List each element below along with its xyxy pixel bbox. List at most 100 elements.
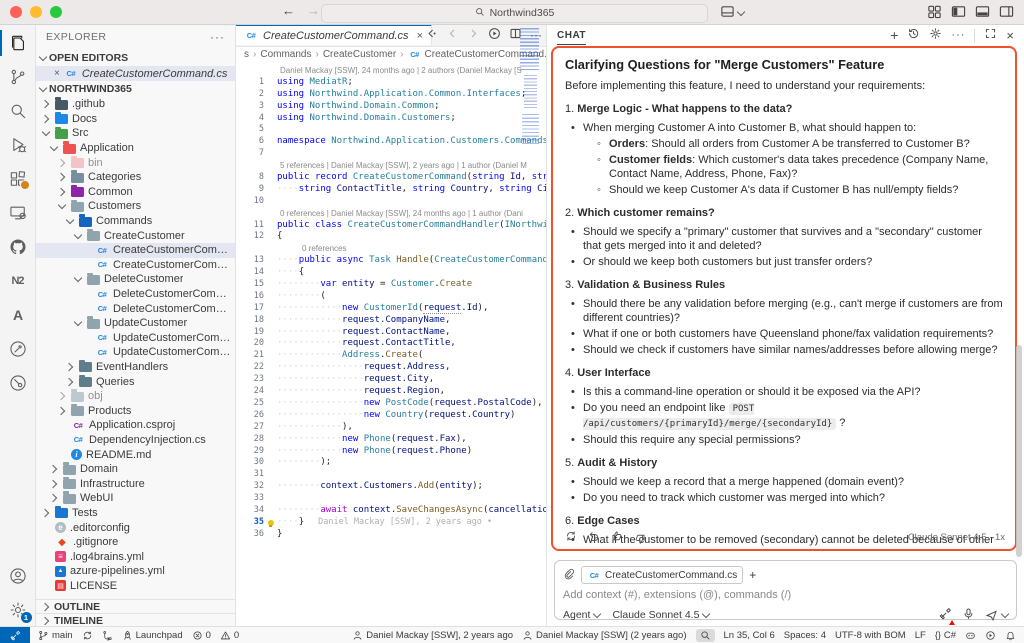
remote-explorer-icon[interactable] xyxy=(0,196,36,230)
add-context-icon[interactable]: + xyxy=(749,568,756,582)
tree-item-tests[interactable]: Tests xyxy=(36,506,235,521)
chat-history-icon[interactable] xyxy=(907,27,920,43)
tree-item-updatecustomercommand-cs[interactable]: UpdateCustomerCommand.cs xyxy=(36,331,235,346)
minimize-window-button[interactable] xyxy=(30,6,42,18)
run-project-icon[interactable] xyxy=(488,27,501,43)
mode-picker[interactable]: Agent xyxy=(563,609,600,621)
open-editors-section[interactable]: OPEN EDITORS xyxy=(36,50,235,66)
zoom-window-button[interactable] xyxy=(50,6,62,18)
sidebar-more-icon[interactable]: ··· xyxy=(210,30,225,44)
settings-gear-icon[interactable]: 1 xyxy=(0,593,36,627)
notifications[interactable] xyxy=(1005,630,1016,641)
tree-item-deletecustomercommandvalidator-cs[interactable]: DeleteCustomerCommandValidator.cs xyxy=(36,301,235,316)
close-window-button[interactable] xyxy=(10,6,22,18)
tree-item-obj[interactable]: obj xyxy=(36,389,235,404)
regenerate-icon[interactable] xyxy=(565,530,577,545)
eol[interactable]: LF xyxy=(915,630,926,641)
tree-item-src[interactable]: Src xyxy=(36,126,235,141)
tree-item-editorconfig[interactable]: .editorconfig xyxy=(36,520,235,535)
voice-icon[interactable] xyxy=(962,607,975,623)
account-icon[interactable] xyxy=(0,559,36,593)
sync-item[interactable] xyxy=(82,630,93,641)
customize-layout-icon[interactable] xyxy=(927,4,942,22)
tree-item-docs[interactable]: Docs xyxy=(36,112,235,127)
context-chip[interactable]: CreateCustomerCommand.cs xyxy=(581,566,743,584)
search-toggle[interactable] xyxy=(696,629,715,642)
remote-indicator[interactable] xyxy=(0,627,30,643)
warnings-item[interactable]: 0 xyxy=(220,630,239,641)
back-last-edit-icon[interactable] xyxy=(425,27,438,43)
run-debug-icon[interactable] xyxy=(0,128,36,162)
tree-item-gitignore[interactable]: .gitignore xyxy=(36,535,235,550)
timeline-section[interactable]: TIMELINE xyxy=(36,613,235,627)
minimap[interactable] xyxy=(520,28,544,144)
command-center-search[interactable]: Northwind365 xyxy=(321,4,708,23)
toggle-sidebar-right-icon[interactable] xyxy=(999,4,1014,22)
layout-control-button[interactable] xyxy=(720,4,744,22)
chat-more-icon[interactable]: ··· xyxy=(951,29,965,41)
search-icon[interactable] xyxy=(0,94,36,128)
tree-item-readme-md[interactable]: README.md xyxy=(36,447,235,462)
close-tab-icon[interactable]: × xyxy=(417,30,423,42)
tree-item-deletecustomer[interactable]: DeleteCustomer xyxy=(36,272,235,287)
indentation[interactable]: Spaces: 4 xyxy=(784,630,826,641)
tab-chat[interactable]: CHAT xyxy=(557,30,586,45)
thumbs-down-icon[interactable] xyxy=(634,530,646,545)
tree-item-createcustomercommand-cs[interactable]: CreateCustomerCommand.cs xyxy=(36,243,235,258)
explorer-icon[interactable] xyxy=(0,26,36,60)
code-editor[interactable]: Daniel Mackay [SSW], 24 months ago | 2 a… xyxy=(236,62,546,627)
language-mode[interactable]: {}C# xyxy=(935,630,956,641)
tree-item-createcustomer[interactable]: CreateCustomer xyxy=(36,228,235,243)
run-status[interactable] xyxy=(985,630,996,641)
chat-input-box[interactable]: CreateCustomerCommand.cs + Add context (… xyxy=(554,560,1017,620)
tree-item-customers[interactable]: Customers xyxy=(36,199,235,214)
model-picker[interactable]: Claude Sonnet 4.5 xyxy=(612,609,709,621)
toggle-panel-icon[interactable] xyxy=(975,4,990,22)
project-root[interactable]: NORTHWIND365 xyxy=(36,81,235,97)
breadcrumb-item-s[interactable]: s xyxy=(244,49,249,60)
send-button[interactable] xyxy=(985,609,1008,622)
tree-item-updatecustomercommandvalidator-cs[interactable]: UpdateCustomerCommandValidator.cs xyxy=(36,345,235,360)
tree-item-log4brains-yml[interactable]: .log4brains.yml xyxy=(36,549,235,564)
tree-item-deletecustomercommand-cs[interactable]: DeleteCustomerCommand.cs xyxy=(36,287,235,302)
tree-item-commands[interactable]: Commands xyxy=(36,214,235,229)
nav-forward-icon[interactable]: → xyxy=(307,3,320,18)
copilot-status[interactable] xyxy=(965,630,976,641)
toggle-sidebar-left-icon[interactable] xyxy=(951,4,966,22)
nav-forward-icon[interactable] xyxy=(467,27,480,43)
notebooks-icon[interactable]: N2 xyxy=(0,264,36,298)
new-chat-icon[interactable]: + xyxy=(890,30,898,40)
breadcrumb-item-createcustomer[interactable]: CreateCustomer xyxy=(323,49,396,60)
editor-blame[interactable]: Daniel Mackay [SSW], 2 years ago xyxy=(352,630,513,641)
tree-item-license[interactable]: LICENSE xyxy=(36,579,235,594)
branch-item[interactable]: main xyxy=(38,630,73,641)
extensions-icon[interactable] xyxy=(0,162,36,196)
scrollbar-thumb[interactable] xyxy=(1016,345,1022,557)
tree-item-createcustomercommandvalidator-cs[interactable]: CreateCustomerCommandValidator.cs xyxy=(36,258,235,273)
tree-item-github[interactable]: .github xyxy=(36,97,235,112)
gitlens-item[interactable] xyxy=(102,630,113,641)
tree-item-dependencyinjection-cs[interactable]: DependencyInjection.cs xyxy=(36,433,235,448)
thumbs-up-icon[interactable] xyxy=(611,530,623,545)
undo-icon[interactable] xyxy=(588,530,600,545)
tree-item-application[interactable]: Application xyxy=(36,141,235,156)
outline-section[interactable]: OUTLINE xyxy=(36,599,235,613)
chat-input[interactable]: Add context (#), extensions (@), command… xyxy=(563,586,1008,604)
tree-item-webui[interactable]: WebUI xyxy=(36,491,235,506)
tree-item-bin[interactable]: bin xyxy=(36,155,235,170)
git-graph-icon[interactable] xyxy=(0,366,36,400)
source-control-icon[interactable] xyxy=(0,60,36,94)
tree-item-categories[interactable]: Categories xyxy=(36,170,235,185)
tree-item-updatecustomer[interactable]: UpdateCustomer xyxy=(36,316,235,331)
expand-chat-icon[interactable] xyxy=(984,27,997,43)
github-icon[interactable] xyxy=(0,230,36,264)
nav-back-icon[interactable] xyxy=(446,27,459,43)
errors-item[interactable]: 0 xyxy=(192,630,211,641)
launchpad-item[interactable]: Launchpad xyxy=(122,630,183,641)
breadcrumb-item-commands[interactable]: Commands xyxy=(260,49,311,60)
azure-icon[interactable]: A xyxy=(0,298,36,332)
gitlens-icon[interactable] xyxy=(0,332,36,366)
close-icon[interactable]: × xyxy=(54,68,60,79)
encoding[interactable]: UTF-8 with BOM xyxy=(835,630,906,641)
tab-createcustomercommand[interactable]: CreateCustomerCommand.cs × xyxy=(236,24,432,45)
